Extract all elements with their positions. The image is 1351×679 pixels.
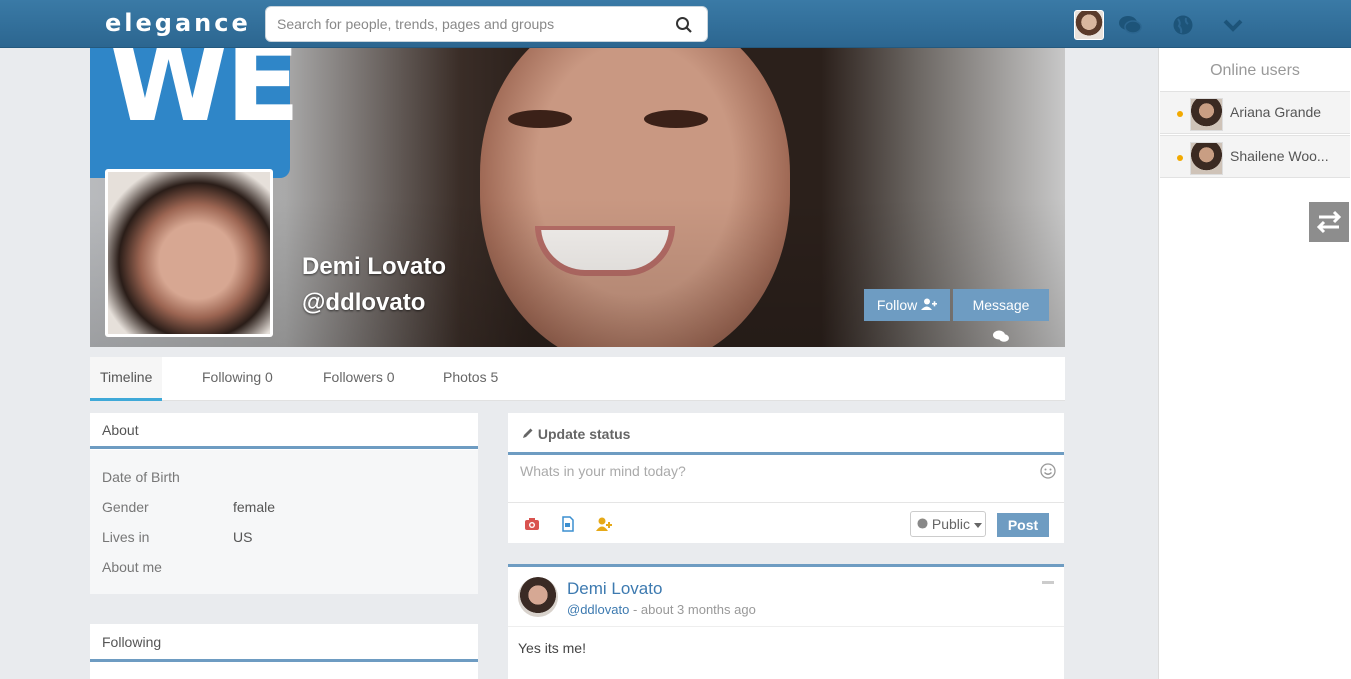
- profile-picture[interactable]: [105, 169, 273, 337]
- online-user-avatar: [1190, 98, 1223, 131]
- cover-backdrop-logo: WE: [108, 48, 300, 146]
- pencil-icon: [523, 428, 533, 438]
- chat-bubbles-icon: [993, 330, 1009, 342]
- profile-tabs: Timeline Following 0 Followers 0 Photos …: [90, 357, 1065, 401]
- brand-logo[interactable]: elegance: [105, 9, 251, 37]
- follow-button[interactable]: Follow: [864, 289, 950, 321]
- tab-followers[interactable]: Followers 0: [323, 357, 395, 401]
- video-file-icon[interactable]: [560, 516, 576, 532]
- post-button[interactable]: Post: [997, 513, 1049, 537]
- about-panel: About Date of Birth Gender female Lives …: [90, 413, 478, 594]
- status-toolbar: Public Post: [508, 502, 1064, 543]
- online-users-sidebar: Online users Ariana Grande Shailene Woo.…: [1158, 48, 1351, 679]
- online-user-item[interactable]: Shailene Woo...: [1160, 135, 1350, 178]
- post-time: - about 3 months ago: [629, 602, 756, 617]
- cover-eye: [644, 110, 708, 128]
- about-label: About me: [102, 559, 162, 575]
- camera-icon[interactable]: [524, 516, 540, 532]
- post-text: Yes its me!: [518, 640, 586, 656]
- profile-handle: @ddlovato: [302, 289, 426, 316]
- emoji-icon[interactable]: [1040, 463, 1056, 479]
- about-label: Gender: [102, 499, 149, 515]
- post-meta: @ddlovato - about 3 months ago: [567, 602, 756, 617]
- profile-name: Demi Lovato: [302, 253, 447, 280]
- about-label: Lives in: [102, 529, 150, 545]
- swap-arrows-icon: [1316, 210, 1342, 234]
- search-icon[interactable]: [675, 16, 693, 34]
- caret-down-icon: [973, 523, 982, 528]
- about-value: US: [233, 529, 253, 545]
- search-box: [265, 6, 708, 42]
- globe-icon[interactable]: [1171, 14, 1195, 36]
- chevron-down-icon[interactable]: [1221, 14, 1245, 36]
- user-avatar[interactable]: [1074, 10, 1104, 40]
- following-panel: Following: [90, 624, 478, 679]
- about-value: female: [233, 499, 276, 515]
- post-avatar[interactable]: [518, 577, 558, 617]
- online-status-dot: [1177, 155, 1183, 161]
- top-navbar: elegance: [0, 0, 1351, 48]
- tab-following[interactable]: Following 0: [202, 357, 273, 401]
- message-button[interactable]: Message: [953, 289, 1049, 342]
- online-user-name: Ariana Grande: [1230, 104, 1322, 120]
- post-author[interactable]: Demi Lovato: [567, 579, 662, 599]
- search-input[interactable]: [266, 7, 656, 41]
- online-user-item[interactable]: Ariana Grande: [1160, 91, 1350, 134]
- post-options-icon[interactable]: [1042, 581, 1054, 584]
- following-title: Following: [90, 624, 478, 662]
- tab-timeline[interactable]: Timeline: [90, 357, 162, 401]
- globe-icon: [917, 518, 928, 529]
- timeline-post: Demi Lovato @ddlovato - about 3 months a…: [508, 564, 1064, 679]
- privacy-select[interactable]: Public: [910, 511, 986, 537]
- cover-eye: [508, 110, 572, 128]
- status-composer: Update status Whats in your mind today? …: [508, 413, 1064, 543]
- online-user-name: Shailene Woo...: [1230, 148, 1329, 164]
- online-users-title: Online users: [1210, 62, 1300, 79]
- online-status-dot: [1177, 111, 1183, 117]
- online-user-avatar: [1190, 142, 1223, 175]
- about-label: Date of Birth: [102, 469, 180, 485]
- about-title: About: [90, 413, 478, 449]
- post-handle[interactable]: @ddlovato: [567, 602, 629, 617]
- chat-icon[interactable]: [1118, 14, 1142, 36]
- add-user-icon: [921, 298, 938, 310]
- status-input[interactable]: Whats in your mind today?: [520, 463, 686, 479]
- status-title: Update status: [508, 413, 1064, 455]
- tab-photos[interactable]: Photos 5: [443, 357, 498, 401]
- tag-user-icon[interactable]: [596, 516, 612, 532]
- sidebar-toggle-button[interactable]: [1309, 202, 1349, 242]
